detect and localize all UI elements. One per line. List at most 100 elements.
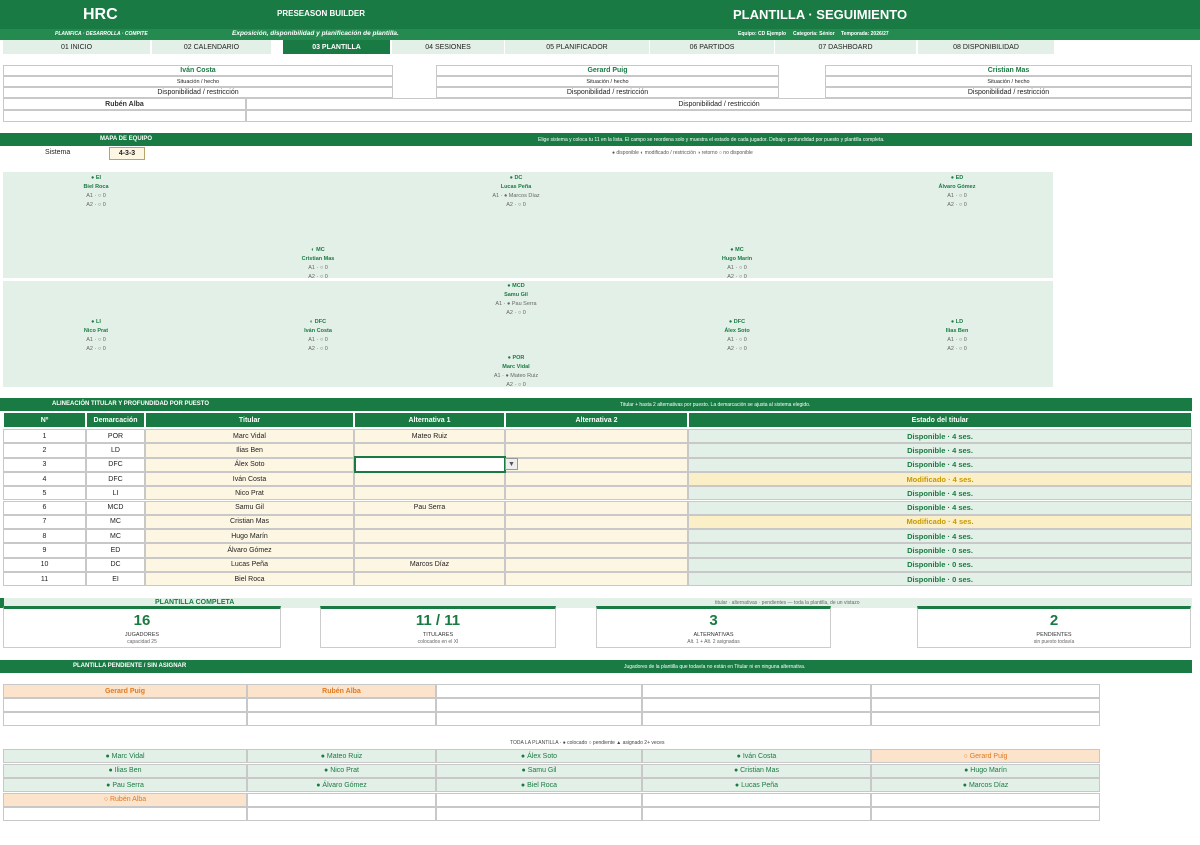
pitch-player[interactable]: ● POR Marc Vidal A1 · ● Mateo Ruiz A2 · ○ 0 [456, 354, 576, 390]
roster-player[interactable]: ● Cristian Mas [642, 763, 871, 778]
empty-slot[interactable] [436, 684, 642, 698]
table-cell[interactable]: Marc Vidal [145, 429, 354, 444]
table-cell[interactable] [505, 457, 688, 472]
empty-slot[interactable] [247, 792, 436, 807]
card-empty[interactable] [246, 110, 1192, 122]
empty-slot[interactable] [247, 698, 436, 712]
table-cell[interactable]: Samu Gil [145, 500, 354, 515]
table-cell[interactable] [505, 557, 688, 572]
table-cell[interactable]: Ilias Ben [145, 443, 354, 458]
roster-player[interactable]: ● Ilias Ben [3, 763, 247, 778]
empty-slot[interactable] [436, 807, 642, 821]
table-cell[interactable] [505, 543, 688, 558]
card-situation[interactable]: Situación / hecho [436, 76, 779, 87]
table-cell[interactable] [505, 572, 688, 587]
table-cell[interactable] [354, 486, 505, 501]
table-cell[interactable]: Álvaro Gómez [145, 543, 354, 558]
pending-player[interactable]: Gerard Puig [3, 684, 247, 698]
tab-1[interactable]: 01 INICIO [3, 40, 151, 54]
pitch-player[interactable]: ● LI Nico Prat A1 · ○ 0 A2 · ○ 0 [36, 318, 156, 354]
empty-slot[interactable] [642, 684, 871, 698]
table-cell[interactable] [505, 486, 688, 501]
roster-player[interactable]: ● Hugo Marín [871, 763, 1100, 778]
table-cell[interactable] [354, 471, 505, 487]
empty-slot[interactable] [247, 712, 436, 726]
roster-player[interactable]: ● Álvaro Gómez [247, 778, 436, 792]
tab-4[interactable]: 04 SESIONES [392, 40, 505, 54]
empty-slot[interactable] [3, 712, 247, 726]
pitch-player[interactable]: ◐ DFC Iván Costa A1 · ○ 0 A2 · ○ 0 [258, 318, 378, 354]
table-cell[interactable] [354, 529, 505, 544]
table-cell[interactable]: Biel Roca [145, 572, 354, 587]
card-empty[interactable] [3, 110, 246, 122]
empty-slot[interactable] [642, 792, 871, 807]
empty-slot[interactable] [871, 684, 1100, 698]
table-cell[interactable]: Cristian Mas [145, 514, 354, 530]
empty-slot[interactable] [247, 807, 436, 821]
active-cell[interactable] [354, 456, 506, 473]
empty-slot[interactable] [436, 712, 642, 726]
roster-player[interactable]: ● Álex Soto [436, 749, 642, 763]
roster-player[interactable]: ● Marcos Díaz [871, 778, 1100, 792]
card-availability[interactable]: Disponibilidad / restricción [436, 87, 779, 98]
empty-slot[interactable] [3, 698, 247, 712]
table-cell[interactable] [505, 500, 688, 515]
pitch-player[interactable]: ● ED Álvaro Gómez A1 · ○ 0 A2 · ○ 0 [897, 174, 1017, 210]
table-cell[interactable]: Lucas Peña [145, 557, 354, 572]
system-select[interactable]: 4-3-3 [109, 147, 145, 160]
roster-player[interactable]: ● Biel Roca [436, 778, 642, 792]
card-situation[interactable]: Situación / hecho [825, 76, 1192, 87]
table-cell[interactable]: Pau Serra [354, 500, 505, 515]
roster-player[interactable]: ● Marc Vidal [3, 749, 247, 763]
pitch-player[interactable]: ◐ MC Cristian Mas A1 · ○ 0 A2 · ○ 0 [258, 246, 378, 282]
roster-player[interactable]: ● Mateo Ruiz [247, 749, 436, 763]
tab-7[interactable]: 07 DASHBOARD [775, 40, 917, 54]
table-cell[interactable] [354, 543, 505, 558]
table-cell[interactable] [505, 429, 688, 444]
empty-slot[interactable] [436, 698, 642, 712]
tab-3[interactable]: 03 PLANTILLA [283, 40, 391, 54]
card-availability[interactable]: Disponibilidad / restricción [825, 87, 1192, 98]
roster-player[interactable]: ● Pau Serra [3, 778, 247, 792]
table-cell[interactable]: Álex Soto [145, 457, 354, 472]
table-cell[interactable] [505, 514, 688, 530]
card-situation[interactable]: Situación / hecho [3, 76, 393, 87]
table-cell[interactable]: Hugo Marín [145, 529, 354, 544]
empty-slot[interactable] [436, 792, 642, 807]
roster-player[interactable]: ● Lucas Peña [642, 778, 871, 792]
pending-player[interactable]: Rubén Alba [247, 684, 436, 698]
pitch-player[interactable]: ● LD Ilias Ben A1 · ○ 0 A2 · ○ 0 [897, 318, 1017, 354]
card-availability[interactable]: Disponibilidad / restricción [3, 87, 393, 98]
empty-slot[interactable] [871, 792, 1100, 807]
pitch-player[interactable]: ● MC Hugo Marín A1 · ○ 0 A2 · ○ 0 [677, 246, 797, 282]
roster-player[interactable]: ● Iván Costa [642, 749, 871, 763]
table-cell[interactable] [505, 443, 688, 458]
tab-2[interactable]: 02 CALENDARIO [152, 40, 272, 54]
table-cell[interactable] [354, 572, 505, 587]
empty-slot[interactable] [871, 807, 1100, 821]
roster-player[interactable]: ○ Rubén Alba [3, 792, 247, 807]
empty-slot[interactable] [871, 698, 1100, 712]
table-cell[interactable] [505, 471, 688, 487]
table-cell[interactable]: Marcos Díaz [354, 557, 505, 572]
empty-slot[interactable] [871, 712, 1100, 726]
roster-player[interactable]: ● Nico Prat [247, 763, 436, 778]
card-availability[interactable]: Disponibilidad / restricción [246, 98, 1192, 110]
empty-slot[interactable] [3, 807, 247, 821]
dropdown-arrow-icon[interactable]: ▼ [505, 458, 518, 470]
empty-slot[interactable] [642, 712, 871, 726]
table-cell[interactable]: Nico Prat [145, 486, 354, 501]
roster-player[interactable]: ● Samu Gil [436, 763, 642, 778]
table-cell[interactable] [505, 529, 688, 544]
table-cell[interactable] [354, 514, 505, 530]
table-cell[interactable]: Iván Costa [145, 471, 354, 487]
pitch-player[interactable]: ● EI Biel Roca A1 · ○ 0 A2 · ○ 0 [36, 174, 156, 210]
table-cell[interactable]: Mateo Ruiz [354, 429, 505, 444]
empty-slot[interactable] [642, 698, 871, 712]
tab-5[interactable]: 05 PLANIFICADOR [505, 40, 650, 54]
empty-slot[interactable] [642, 807, 871, 821]
pitch-player[interactable]: ● MCD Samu Gil A1 · ● Pau Serra A2 · ○ 0 [456, 282, 576, 318]
roster-player[interactable]: ○ Gerard Puig [871, 749, 1100, 763]
pitch-player[interactable]: ● DFC Álex Soto A1 · ○ 0 A2 · ○ 0 [677, 318, 797, 354]
tab-6[interactable]: 06 PARTIDOS [650, 40, 775, 54]
